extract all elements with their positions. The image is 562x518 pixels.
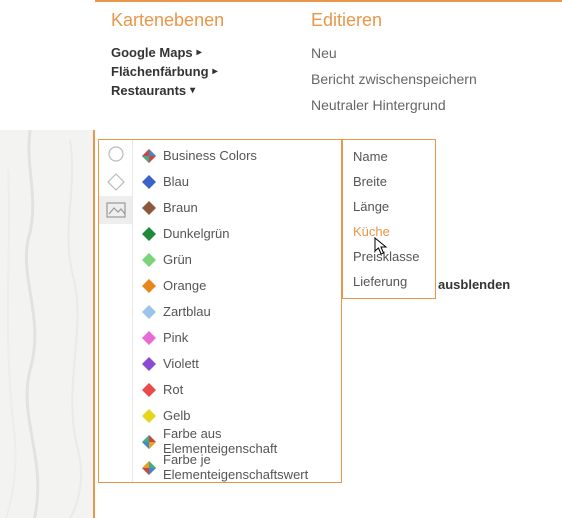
- diamond-swatch-icon: [141, 408, 155, 422]
- attribute-option[interactable]: Lieferung: [343, 269, 435, 294]
- edit-menu-item[interactable]: Neu: [311, 45, 477, 61]
- display-mode-image[interactable]: [99, 196, 132, 224]
- diamond-swatch-icon: [141, 460, 155, 474]
- color-option[interactable]: Farbe je Elementeigenschaftswert: [133, 454, 341, 480]
- color-option-label: Pink: [163, 330, 188, 345]
- color-option[interactable]: Braun: [133, 194, 341, 220]
- nav-item[interactable]: Restaurants ▾: [111, 83, 271, 98]
- color-option-label: Braun: [163, 200, 198, 215]
- diamond-swatch-icon: [141, 330, 155, 344]
- edit-menu-item[interactable]: Neutraler Hintergrund: [311, 97, 477, 113]
- color-option[interactable]: Pink: [133, 324, 341, 350]
- color-option[interactable]: Rot: [133, 376, 341, 402]
- diamond-swatch-icon: [141, 174, 155, 188]
- attribute-option[interactable]: Breite: [343, 169, 435, 194]
- chevron-icon: ▸: [197, 47, 202, 58]
- edit-menu-item[interactable]: Bericht zwischenspeichern: [311, 71, 477, 87]
- display-mode-circle[interactable]: [99, 140, 132, 168]
- nav-item-label: Flächenfärbung: [111, 64, 209, 79]
- diamond-swatch-icon: [141, 382, 155, 396]
- color-option[interactable]: Blau: [133, 168, 341, 194]
- diamond-swatch-icon: [141, 252, 155, 266]
- map-background: [0, 130, 95, 518]
- nav-item[interactable]: Google Maps ▸: [111, 45, 271, 60]
- attribute-option[interactable]: Küche: [343, 219, 435, 244]
- color-option-label: Dunkelgrün: [163, 226, 230, 241]
- color-option[interactable]: Farbe aus Elementeigenschaft: [133, 428, 341, 454]
- truncated-label-ausblenden: ausblenden: [438, 277, 510, 292]
- chevron-icon: ▸: [213, 66, 218, 77]
- nav-item[interactable]: Flächenfärbung ▸: [111, 64, 271, 79]
- color-option[interactable]: Dunkelgrün: [133, 220, 341, 246]
- attribute-option[interactable]: Preisklasse: [343, 244, 435, 269]
- color-option[interactable]: Zartblau: [133, 298, 341, 324]
- color-option-label: Gelb: [163, 408, 190, 423]
- side-panel: Kartenebenen Google Maps ▸ Flächenfärbung ▸…: [95, 0, 562, 123]
- color-list: Business Colors Blau Braun Dunkelgrün Grün Or…: [133, 140, 341, 482]
- attribute-option[interactable]: Länge: [343, 194, 435, 219]
- attribute-flyout: NameBreiteLängeKüchePreisklasseLieferung: [342, 139, 436, 299]
- color-option[interactable]: Violett: [133, 350, 341, 376]
- color-option-label: Grün: [163, 252, 192, 267]
- color-option[interactable]: Business Colors: [133, 142, 341, 168]
- color-option[interactable]: Grün: [133, 246, 341, 272]
- color-option-label: Business Colors: [163, 148, 257, 163]
- display-mode-strip: [99, 140, 133, 482]
- color-option-label: Rot: [163, 382, 183, 397]
- diamond-swatch-icon: [141, 226, 155, 240]
- color-option[interactable]: Orange: [133, 272, 341, 298]
- diamond-swatch-icon: [141, 434, 155, 448]
- color-option-label: Farbe je Elementeigenschaftswert: [163, 452, 333, 482]
- color-option-label: Blau: [163, 174, 189, 189]
- layers-section-title: Kartenebenen: [111, 10, 271, 31]
- diamond-swatch-icon: [141, 200, 155, 214]
- color-option[interactable]: Gelb: [133, 402, 341, 428]
- diamond-swatch-icon: [141, 278, 155, 292]
- diamond-swatch-icon: [141, 304, 155, 318]
- edit-section-title: Editieren: [311, 10, 477, 31]
- color-option-label: Zartblau: [163, 304, 211, 319]
- diamond-swatch-icon: [141, 148, 155, 162]
- color-flyout: Business Colors Blau Braun Dunkelgrün Grün Or…: [98, 139, 342, 483]
- color-option-label: Orange: [163, 278, 206, 293]
- display-mode-diamond[interactable]: [99, 168, 132, 196]
- diamond-swatch-icon: [141, 356, 155, 370]
- color-option-label: Violett: [163, 356, 199, 371]
- attribute-option[interactable]: Name: [343, 144, 435, 169]
- nav-item-label: Restaurants: [111, 83, 186, 98]
- chevron-icon: ▾: [190, 85, 195, 96]
- nav-item-label: Google Maps: [111, 45, 193, 60]
